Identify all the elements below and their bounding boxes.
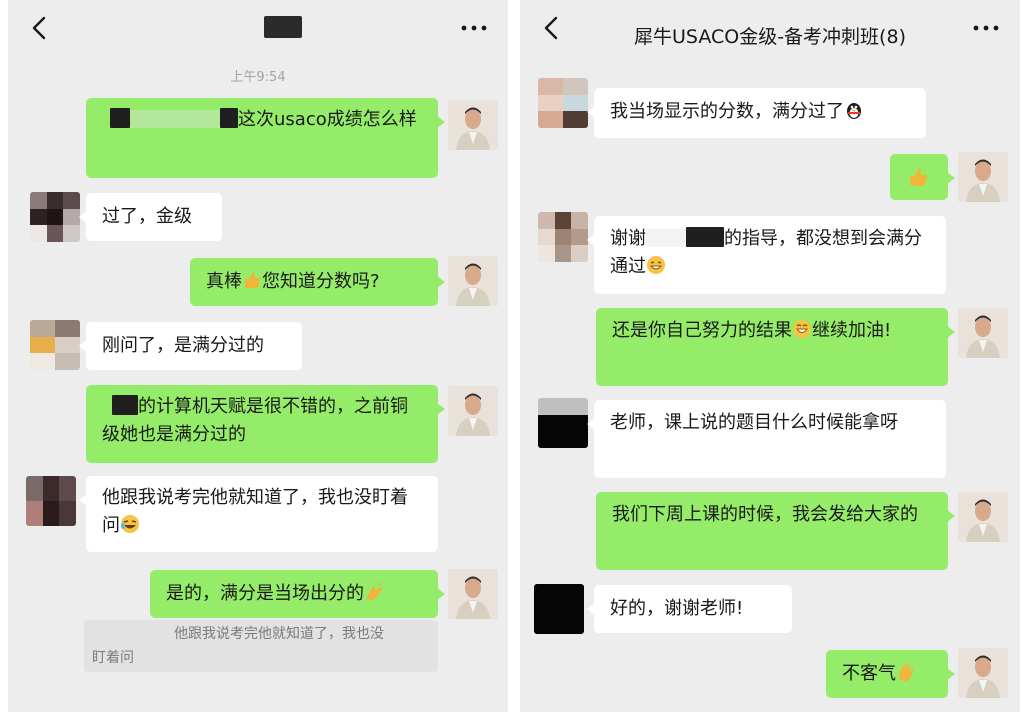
student-avatar[interactable] <box>534 584 584 634</box>
chat-bubble-incoming[interactable]: 我当场显示的分数，满分过了 <box>587 88 926 138</box>
thumbs-up-emoji-icon <box>910 168 927 186</box>
right-chat-panel: 犀牛USACO金级-备考冲刺班(8) 我当场显示的分数，满分过了 谢谢 的指导，都… <box>520 0 1020 712</box>
chat-header <box>8 0 508 56</box>
student-avatar[interactable] <box>538 78 588 128</box>
chat-bubble-incoming[interactable]: 他跟我说考完他就知道了，我也没盯着问 <box>79 476 438 552</box>
back-arrow-icon <box>32 16 46 40</box>
teacher-avatar[interactable] <box>958 492 1008 542</box>
message-text: 我们下周上课的时候，我会发给大家的 <box>612 504 918 525</box>
chat-bubble-incoming[interactable]: 老师，课上说的题目什么时候能拿呀 <box>587 400 946 478</box>
message-text: 还是你自己努力的结果 <box>612 320 792 341</box>
grin-emoji-icon <box>793 320 811 338</box>
student-parent-avatar[interactable] <box>30 192 80 242</box>
back-button[interactable] <box>538 12 566 44</box>
chat-bubble-incoming[interactable]: 好的，谢谢老师! <box>587 585 792 633</box>
chat-bubble-outgoing[interactable]: 的计算机天赋是很不错的，之前铜级她也是满分过的 <box>86 385 445 463</box>
student-parent-avatar[interactable] <box>26 476 76 526</box>
back-button[interactable] <box>26 12 54 44</box>
message-text: 老师，课上说的题目什么时候能拿呀 <box>610 412 898 433</box>
teacher-avatar[interactable] <box>958 648 1008 698</box>
message-text: 是的，满分是当场出分的 <box>166 583 364 604</box>
teacher-avatar[interactable] <box>448 569 498 619</box>
quote-text-line-2: 盯着问 <box>92 650 134 666</box>
chat-bubble-incoming[interactable]: 刚问了，是满分过的 <box>79 322 302 370</box>
back-arrow-icon <box>544 16 558 40</box>
left-chat-panel: 上午9:54 这次usaco成绩怎么样 过了，金级 真棒 您知道分数吗? 刚问了，… <box>8 0 508 712</box>
laugh-cry-emoji-icon <box>121 515 139 533</box>
student-parent-avatar[interactable] <box>30 320 80 370</box>
more-dots-icon <box>461 25 487 31</box>
quoted-message-preview[interactable]: 他跟我说考完他就知道了，我也没 盯着问 <box>84 620 438 672</box>
message-timestamp: 上午9:54 <box>230 70 286 85</box>
chat-bubble-outgoing[interactable]: 真棒 您知道分数吗? <box>190 258 445 306</box>
group-chat-title: 犀牛USACO金级-备考冲刺班(8) <box>634 26 906 48</box>
group-chat-header: 犀牛USACO金级-备考冲刺班(8) <box>520 0 1020 56</box>
teacher-avatar[interactable] <box>448 256 498 306</box>
chat-bubble-outgoing[interactable]: 还是你自己努力的结果 继续加油! <box>596 308 955 386</box>
student-avatar[interactable] <box>538 212 588 262</box>
more-button[interactable] <box>458 18 490 38</box>
grin-emoji-icon <box>647 256 665 274</box>
chat-bubble-outgoing[interactable] <box>890 154 955 200</box>
wave-emoji-icon <box>899 663 914 681</box>
message-text: 他跟我说考完他就知道了，我也没盯着问 <box>102 487 408 536</box>
message-text: 这次usaco成绩怎么样 <box>238 109 417 130</box>
chat-bubble-incoming[interactable]: 过了，金级 <box>79 193 222 241</box>
message-text-suffix: 继续加油! <box>812 320 892 341</box>
message-text: 的计算机天赋是很不错的，之前铜级她也是满分过的 <box>102 396 408 445</box>
chat-bubble-outgoing[interactable]: 不客气 <box>826 650 955 698</box>
message-text: 刚问了，是满分过的 <box>102 335 264 356</box>
message-text-prefix: 真棒 <box>206 271 242 292</box>
teacher-avatar[interactable] <box>448 386 498 436</box>
message-text: 我当场显示的分数，满分过了 <box>610 101 844 122</box>
more-button[interactable] <box>970 18 1002 38</box>
message-text: 过了，金级 <box>102 206 192 227</box>
chat-bubble-incoming[interactable]: 谢谢 的指导，都没想到会满分通过 <box>587 216 946 294</box>
message-text: 您知道分数吗? <box>262 271 380 292</box>
chat-bubble-outgoing[interactable]: 我们下周上课的时候，我会发给大家的 <box>596 492 955 570</box>
message-text: 好的，谢谢老师! <box>610 598 744 619</box>
message-text: 不客气 <box>842 663 896 684</box>
redacted-contact-name <box>264 16 302 38</box>
thumbs-up-emoji-icon <box>245 272 261 288</box>
teacher-avatar[interactable] <box>958 152 1008 202</box>
teacher-avatar[interactable] <box>958 308 1008 358</box>
teacher-avatar[interactable] <box>448 100 498 150</box>
chat-bubble-outgoing[interactable]: 是的，满分是当场出分的 <box>150 570 445 618</box>
more-dots-icon <box>973 25 999 31</box>
penguin-emoji-icon <box>847 103 861 119</box>
clap-emoji-icon <box>366 582 383 600</box>
message-text-prefix: 谢谢 <box>610 228 646 249</box>
student-avatar[interactable] <box>538 398 588 448</box>
chat-bubble-outgoing[interactable]: 这次usaco成绩怎么样 <box>86 98 445 178</box>
